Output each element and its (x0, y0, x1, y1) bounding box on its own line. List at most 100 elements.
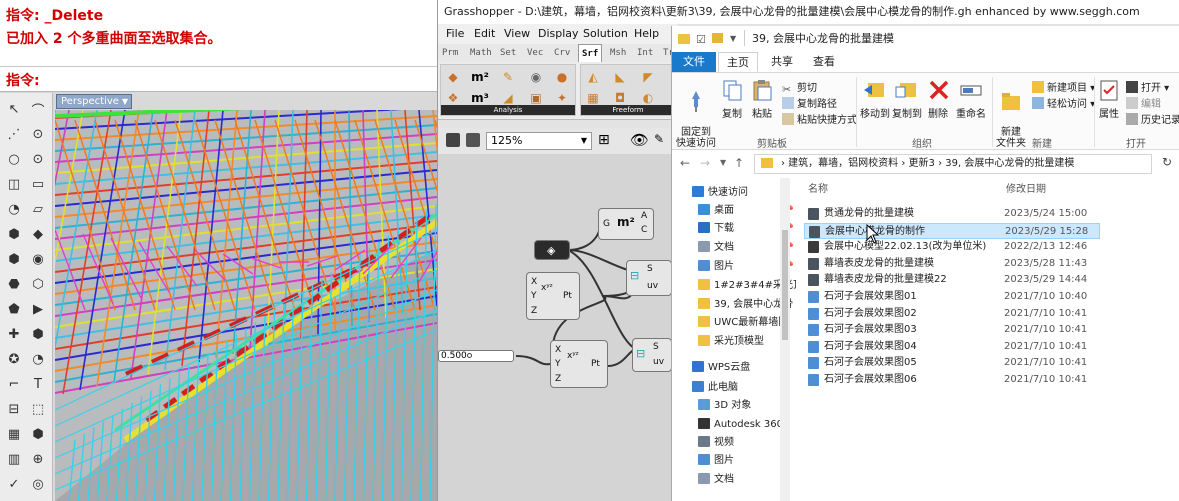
tab-int[interactable]: Int (637, 44, 653, 62)
grasshopper-canvas[interactable]: ◈ G m² A C X Y Z ⅹʸᶻ Pt ⊟ S uv 0.500 X Y… (438, 154, 672, 501)
layer-tool-icon[interactable]: ⬢ (28, 424, 48, 444)
move-to-button[interactable]: 移动到 (860, 77, 890, 120)
file-row[interactable]: 会展中心横龙骨的制作 2023/5/29 15:28 (804, 222, 1100, 239)
evaluate-surface-node-2[interactable]: ⊟ S uv (632, 338, 672, 372)
freeform-tool-icon[interactable]: ◔ (4, 199, 24, 219)
command-prompt[interactable]: 指令: (6, 70, 40, 90)
refresh-icon[interactable]: ↻ (1162, 155, 1172, 169)
menu-file[interactable]: File (446, 24, 464, 44)
dimension-tool-icon[interactable]: ⌐ (4, 374, 24, 394)
tab-vec[interactable]: Vec (527, 44, 543, 62)
copy-to-button[interactable]: 复制到 (892, 77, 922, 120)
open-icon[interactable] (466, 133, 480, 147)
back-arrow-icon[interactable]: ← (680, 156, 690, 170)
evaluate-surface-node[interactable]: ⊟ S uv (626, 260, 672, 296)
paste-button[interactable]: 粘贴 (748, 77, 776, 120)
file-row[interactable]: 石河子会展效果图04 2021/7/10 10:41 (804, 339, 1100, 355)
new-item-button[interactable]: 新建项目 ▾ (1032, 79, 1095, 94)
curve-tool-icon[interactable]: ⌒ (28, 99, 48, 119)
file-row[interactable]: 石河子会展效果图01 2021/7/10 10:40 (804, 289, 1100, 305)
block-tool-icon[interactable]: ⬚ (28, 399, 48, 419)
sketch-icon[interactable]: ✎ (654, 132, 664, 146)
grid-tool-icon[interactable]: ▦ (4, 424, 24, 444)
circle-tool-icon[interactable]: ⊙ (28, 124, 48, 144)
solid-tool-icon[interactable]: ⬢ (4, 249, 24, 269)
easy-access-button[interactable]: 轻松访问 ▾ (1032, 95, 1095, 110)
tab-share[interactable]: 共享 (762, 52, 802, 72)
tab-math[interactable]: Math (470, 44, 492, 62)
array-tool-icon[interactable]: ▥ (4, 449, 24, 469)
polyline-tool-icon[interactable]: ⋰ (4, 124, 24, 144)
scrollbar-thumb[interactable] (782, 230, 788, 340)
tab-srf[interactable]: Srf (578, 44, 603, 62)
tab-msh[interactable]: Msh (610, 44, 626, 62)
file-row[interactable]: 幕墙表皮龙骨的批量建模 2023/5/28 11:43 (804, 256, 1100, 272)
nav-item[interactable]: WPS云盘 (692, 359, 792, 377)
sweep-tool-icon[interactable]: ▶ (28, 299, 48, 319)
column-header-modified[interactable]: 修改日期 (1006, 178, 1046, 202)
file-row[interactable]: 石河子会展效果图02 2021/7/10 10:41 (804, 306, 1100, 322)
nav-item[interactable]: 此电脑 (692, 379, 792, 397)
zoom-select[interactable]: 125% ▼ (486, 132, 592, 150)
select-tool-icon[interactable]: ↖ (4, 99, 24, 119)
menu-display[interactable]: Display (538, 24, 579, 44)
boolean-tool-icon[interactable]: ⬢ (28, 324, 48, 344)
properties-button[interactable]: 属性 (1096, 77, 1122, 120)
chevron-down-icon[interactable]: ▼ (730, 26, 736, 52)
area-icon[interactable]: m² (471, 68, 489, 86)
construct-point-node[interactable]: X Y Z ⅹʸᶻ Pt (526, 272, 580, 320)
menu-edit[interactable]: Edit (474, 24, 495, 44)
tab-view[interactable]: 查看 (804, 52, 844, 72)
perspective-viewport[interactable] (55, 110, 437, 501)
evaluate-icon[interactable]: ✎ (499, 68, 517, 86)
transform-tool-icon[interactable]: ✚ (4, 324, 24, 344)
ellipse-tool-icon[interactable]: ○ (4, 149, 24, 169)
column-header-name[interactable]: 名称 (808, 178, 828, 202)
viewport-tab-perspective[interactable]: Perspective ▼ (56, 94, 132, 109)
extrude-tool-icon[interactable]: ◆ (28, 224, 48, 244)
file-row[interactable]: 会展中心模型22.02.13(改为单位米) 2022/2/13 12:46 (804, 239, 1100, 255)
tab-crv[interactable]: Crv (554, 44, 570, 62)
file-row[interactable]: 石河子会展效果图05 2021/7/10 10:41 (804, 355, 1100, 371)
surface-tool-icon[interactable]: ⬢ (4, 224, 24, 244)
copy-path-button[interactable]: 复制路径 (782, 95, 837, 110)
brep-icon[interactable]: ◉ (527, 68, 545, 86)
paste-shortcut-button[interactable]: 粘贴快捷方式 (782, 111, 857, 126)
polygon-tool-icon[interactable]: ▱ (28, 199, 48, 219)
history-button[interactable]: 历史记录 (1126, 111, 1179, 126)
loft-tool-icon[interactable]: ⬟ (4, 299, 24, 319)
rename-button[interactable]: 重命名 (954, 77, 988, 120)
menu-view[interactable]: View (504, 24, 530, 44)
checkbox-icon[interactable]: ☑ (696, 27, 706, 53)
file-row[interactable]: 幕墙表皮龙骨的批量建模22 2023/5/29 14:44 (804, 272, 1100, 288)
sphere-tool-icon[interactable]: ◉ (28, 249, 48, 269)
cut-button[interactable]: ✂ 剪切 (782, 79, 817, 96)
render-tool-icon[interactable]: ✪ (4, 349, 24, 369)
text-tool-icon[interactable]: T (28, 374, 48, 394)
save-icon[interactable] (446, 133, 460, 147)
number-slider[interactable]: 0.500 (438, 350, 514, 362)
address-input[interactable]: › 建筑，幕墙，铝网校资料 › 更新3 › 39, 会展中心龙骨的批量建模 (754, 154, 1152, 174)
mesh-tool-icon[interactable]: ⬣ (4, 274, 24, 294)
group-tool-icon[interactable]: ⊟ (4, 399, 24, 419)
slider-handle[interactable] (467, 353, 472, 358)
chevron-down-icon[interactable]: ▼ (720, 158, 726, 167)
sweep-icon[interactable]: ◤ (639, 68, 657, 86)
box-analysis-icon[interactable]: ◆ (444, 68, 462, 86)
navigation-scrollbar[interactable] (780, 178, 790, 501)
file-row[interactable]: 石河子会展效果图03 2021/7/10 10:41 (804, 322, 1100, 338)
zoom-extents-icon[interactable]: ⊞ (598, 132, 610, 148)
tab-prm[interactable]: Prm (442, 44, 458, 62)
nav-item[interactable]: 快速访问 (692, 184, 792, 202)
tab-home[interactable]: 主页 (718, 52, 758, 72)
file-row[interactable]: 石河子会展效果图06 2021/7/10 10:41 (804, 372, 1100, 388)
tab-set[interactable]: Set (500, 44, 516, 62)
move-tool-icon[interactable]: ⊕ (28, 449, 48, 469)
box-tool-icon[interactable]: ⬡ (28, 274, 48, 294)
snap-tool-icon[interactable]: ◎ (28, 474, 48, 494)
extrude-icon[interactable]: ◭ (584, 68, 602, 86)
tab-file[interactable]: 文件 (672, 52, 716, 72)
arc-tool-icon[interactable]: ⊙ (28, 149, 48, 169)
point-icon[interactable]: ● (553, 68, 571, 86)
preview-eye-icon[interactable]: 👁 (630, 131, 649, 149)
